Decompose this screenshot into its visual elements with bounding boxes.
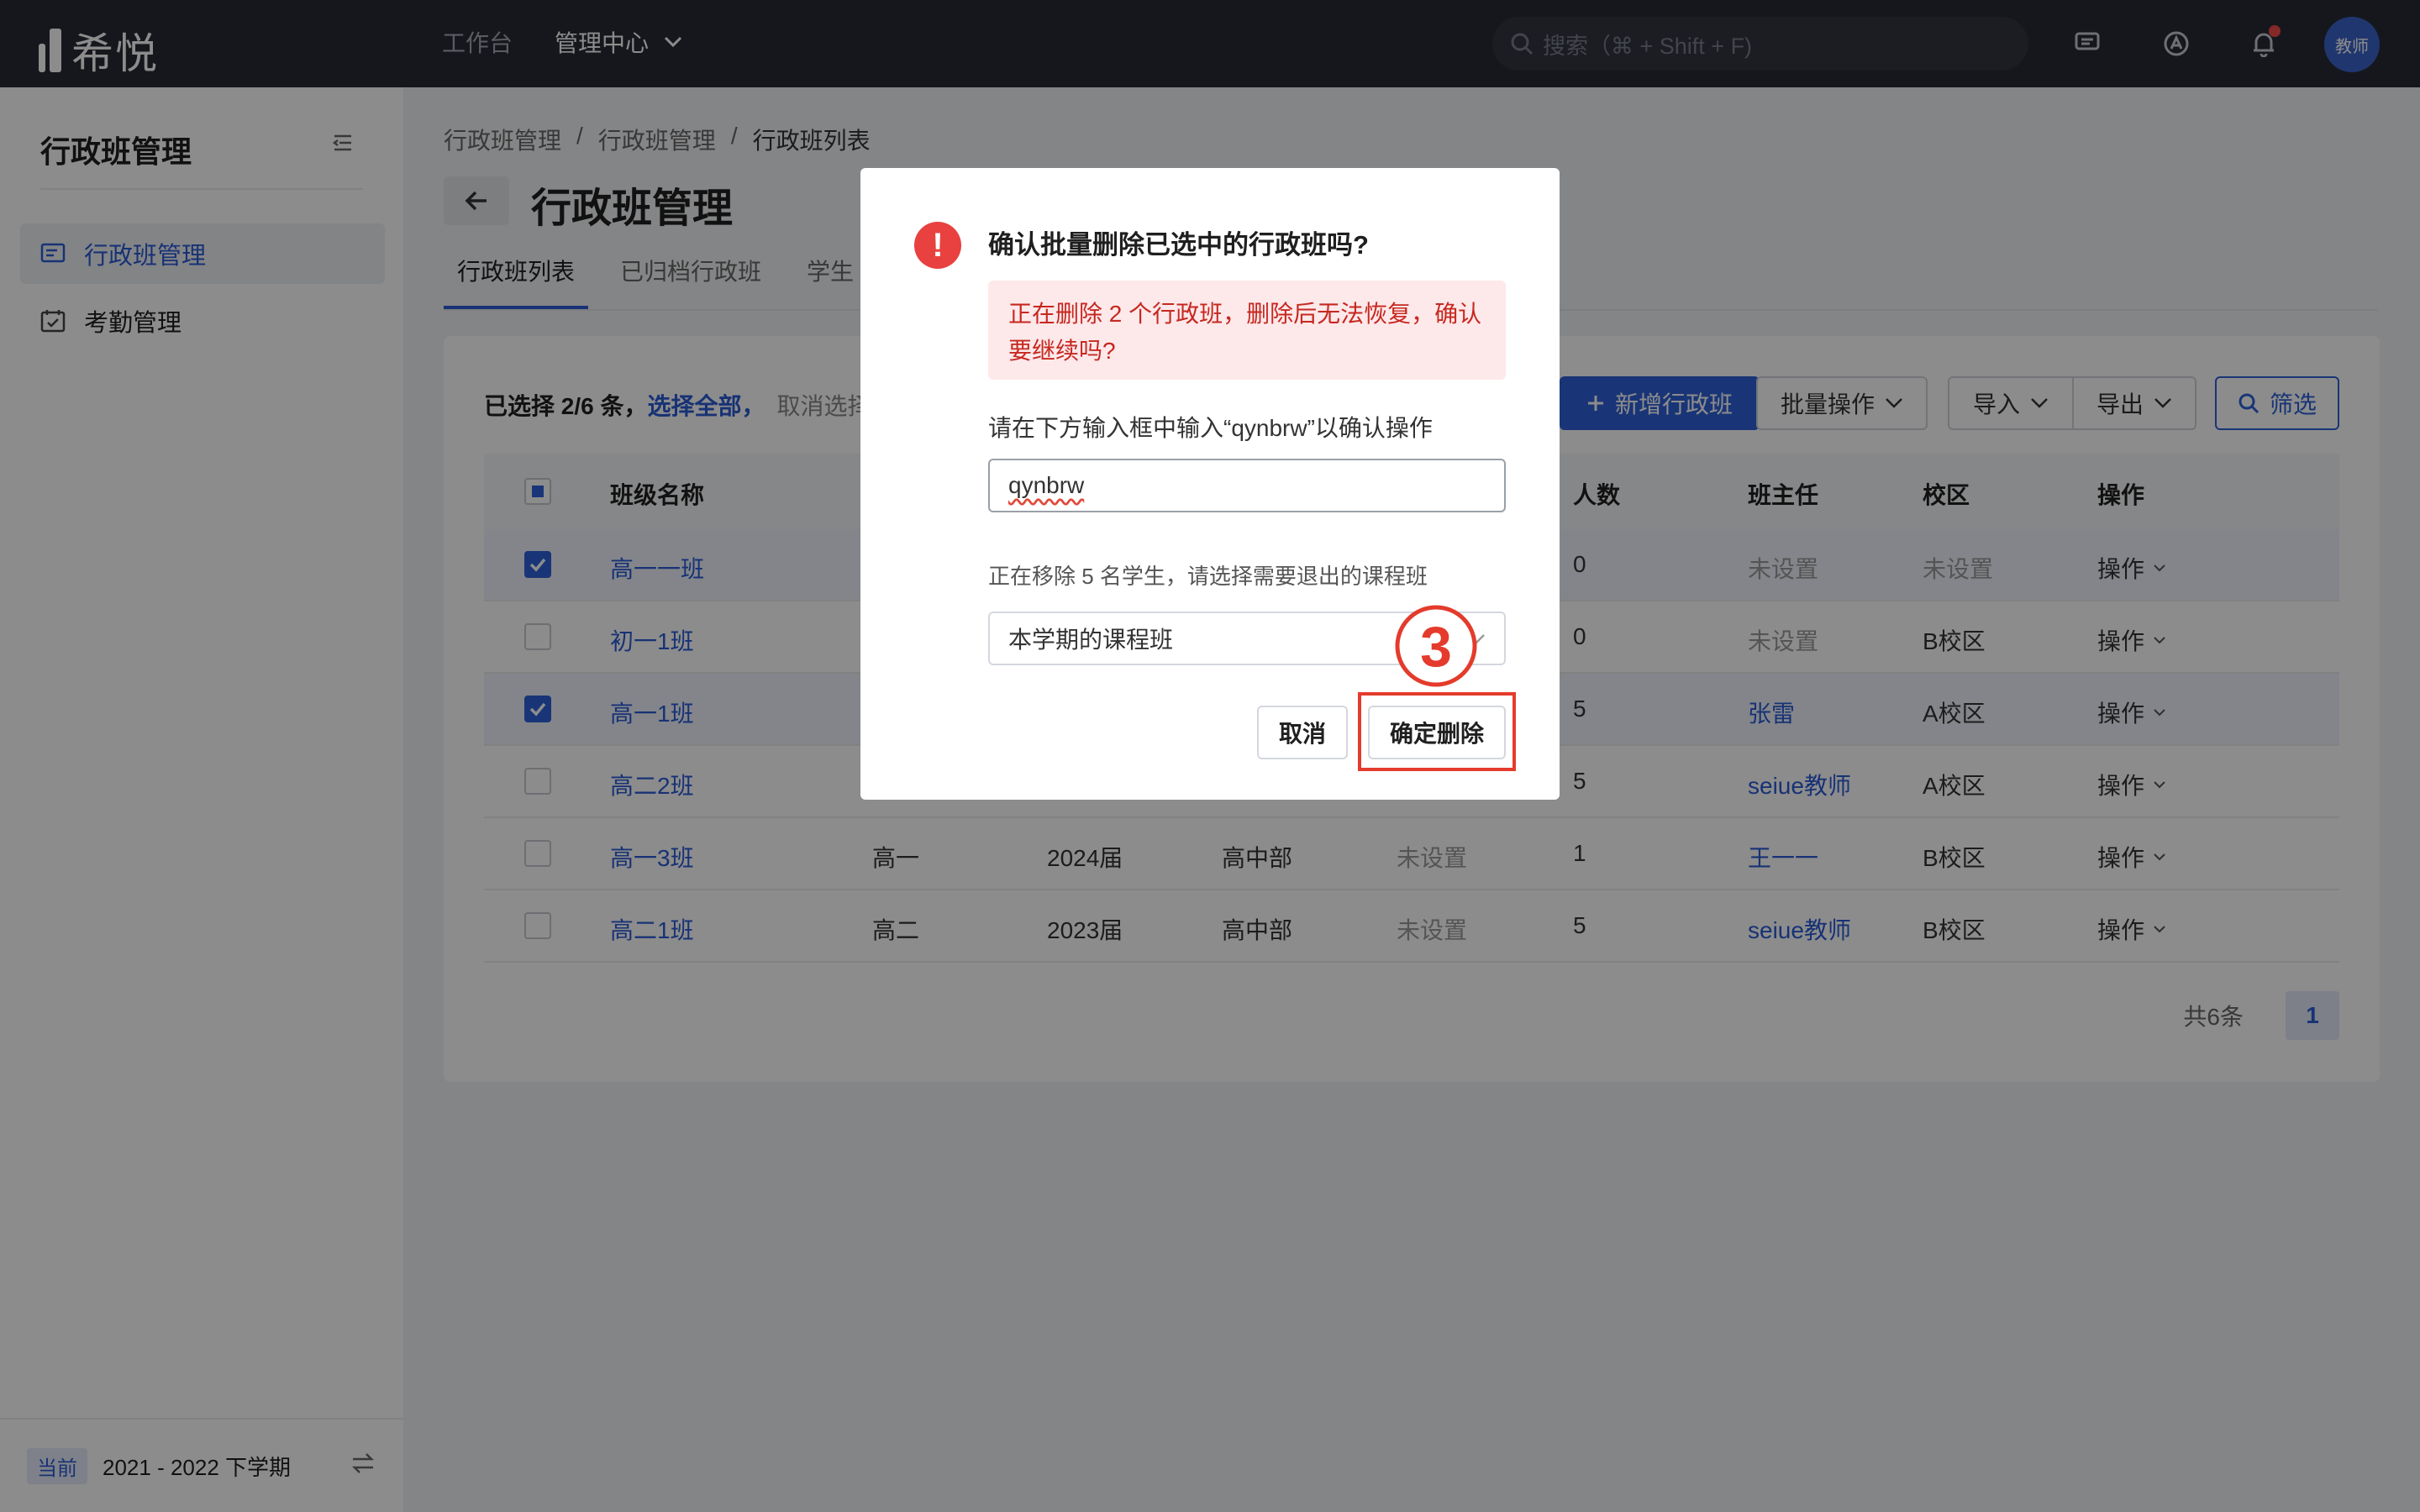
- confirm-input-value: qynbrw: [1008, 472, 1085, 498]
- cancel-button[interactable]: 取消: [1257, 706, 1348, 759]
- warning-icon: !: [914, 222, 961, 269]
- remove-students-label: 正在移除 5 名学生，请选择需要退出的课程班: [988, 564, 1428, 589]
- step-number-badge: 3: [1395, 605, 1477, 687]
- confirm-input-label: 请在下方输入框中输入“qynbrw”以确认操作: [988, 415, 1433, 441]
- delete-warning-alert: 正在删除 2 个行政班，删除后无法恢复，确认要继续吗?: [988, 281, 1506, 380]
- confirm-text-input[interactable]: qynbrw: [988, 459, 1506, 512]
- dialog-title: 确认批量删除已选中的行政班吗?: [988, 230, 1369, 260]
- annotation-highlight-box: [1358, 692, 1516, 771]
- course-class-select-value: 本学期的课程班: [1008, 627, 1174, 653]
- step-number: 3: [1420, 615, 1452, 679]
